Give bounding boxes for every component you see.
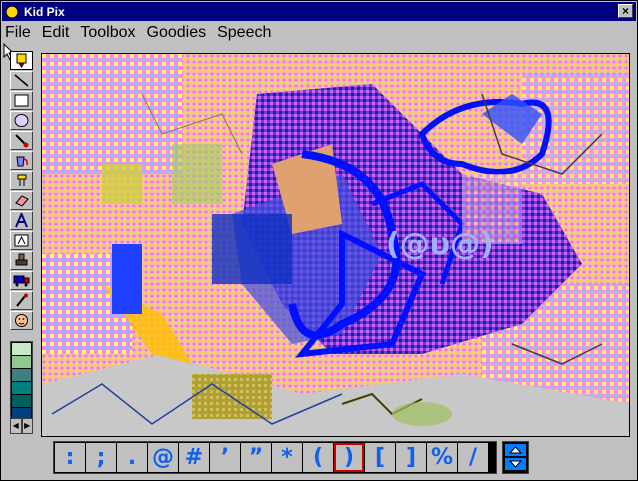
- menu-edit[interactable]: Edit: [39, 24, 77, 42]
- rectangle-icon: [14, 94, 29, 107]
- face-icon: [15, 314, 28, 327]
- canvas-stamp-text: (@υ@): [386, 227, 494, 262]
- menu-goodies[interactable]: Goodies: [144, 24, 214, 42]
- tool-wacky-brush[interactable]: [10, 131, 33, 150]
- glyph-option[interactable]: /: [458, 443, 488, 472]
- menu-bar: File Edit Toolbox Goodies Speech: [2, 21, 636, 44]
- oval-icon: [14, 114, 29, 127]
- tool-paint-can[interactable]: [10, 151, 33, 170]
- toolbox: [10, 51, 35, 341]
- glyph-option[interactable]: (: [303, 443, 333, 472]
- palette-next-button[interactable]: ▶: [21, 418, 33, 434]
- tool-rubber-stamp[interactable]: [10, 251, 33, 270]
- artwork: (@υ@): [42, 54, 629, 436]
- letter-a-icon: [15, 213, 28, 228]
- menu-file[interactable]: File: [2, 24, 38, 42]
- tool-moving-van[interactable]: [10, 271, 33, 290]
- scroll-down-button[interactable]: [505, 458, 526, 470]
- glyph-option[interactable]: .: [117, 443, 147, 472]
- tool-typewriter[interactable]: [10, 231, 33, 250]
- tool-oval[interactable]: [10, 111, 33, 130]
- tool-undo-guy[interactable]: [10, 311, 33, 330]
- drawing-canvas[interactable]: (@υ@): [41, 53, 630, 437]
- glyph-option[interactable]: ]: [396, 443, 426, 472]
- tool-eraser[interactable]: [10, 191, 33, 210]
- glyph-option[interactable]: %: [427, 443, 457, 472]
- glyph-option-selected[interactable]: ): [334, 443, 364, 472]
- palette-swatch[interactable]: [12, 343, 31, 355]
- brush-icon: [15, 134, 29, 148]
- glyph-picker: : ; . @ # ’ ” * ( ) [ ] % /: [53, 441, 497, 474]
- truck-icon: [13, 275, 30, 287]
- eraser-icon: [15, 195, 29, 207]
- palette-scroll: ◀ ▶: [10, 418, 33, 434]
- close-button[interactable]: ×: [618, 4, 633, 18]
- window-title: Kid Pix: [24, 4, 65, 19]
- kid-pix-app-icon: [3, 2, 21, 21]
- scroll-up-button[interactable]: [505, 444, 526, 456]
- tool-line[interactable]: [10, 71, 33, 90]
- tool-wacky-pencil[interactable]: [10, 51, 33, 70]
- tool-eyedropper[interactable]: [10, 291, 33, 310]
- stamp-icon: [15, 253, 28, 266]
- menu-toolbox[interactable]: Toolbox: [77, 24, 142, 42]
- palette-swatch[interactable]: [12, 369, 31, 381]
- app-window: Kid Pix × File Edit Toolbox Goodies Spee…: [0, 0, 638, 481]
- palette-swatch[interactable]: [12, 356, 31, 368]
- glyph-option[interactable]: :: [55, 443, 85, 472]
- palette-swatch[interactable]: [12, 382, 31, 394]
- mixer-icon: [17, 174, 27, 186]
- arrow-down-icon: [509, 460, 522, 468]
- glyph-option[interactable]: #: [179, 443, 209, 472]
- glyph-option[interactable]: @: [148, 443, 178, 472]
- line-icon: [14, 74, 29, 87]
- title-bar: Kid Pix ×: [2, 2, 636, 21]
- arrow-up-icon: [509, 446, 522, 454]
- tool-electric-mixer[interactable]: [10, 171, 33, 190]
- glyph-option[interactable]: [: [365, 443, 395, 472]
- glyph-option[interactable]: ”: [241, 443, 271, 472]
- palette-swatch[interactable]: [12, 395, 31, 407]
- menu-speech[interactable]: Speech: [214, 24, 278, 42]
- text-box-icon: [14, 234, 29, 247]
- tool-alphabet-text[interactable]: [10, 211, 33, 230]
- tool-rectangle[interactable]: [10, 91, 33, 110]
- glyph-scroll-stepper: [502, 441, 529, 474]
- glyph-option[interactable]: *: [272, 443, 302, 472]
- eyedropper-icon: [16, 293, 28, 307]
- glyph-option[interactable]: ’: [210, 443, 240, 472]
- paint-bucket-icon: [16, 156, 28, 167]
- palette-prev-button[interactable]: ◀: [10, 418, 22, 434]
- glyph-option[interactable]: ;: [86, 443, 116, 472]
- pencil-icon: [16, 53, 27, 68]
